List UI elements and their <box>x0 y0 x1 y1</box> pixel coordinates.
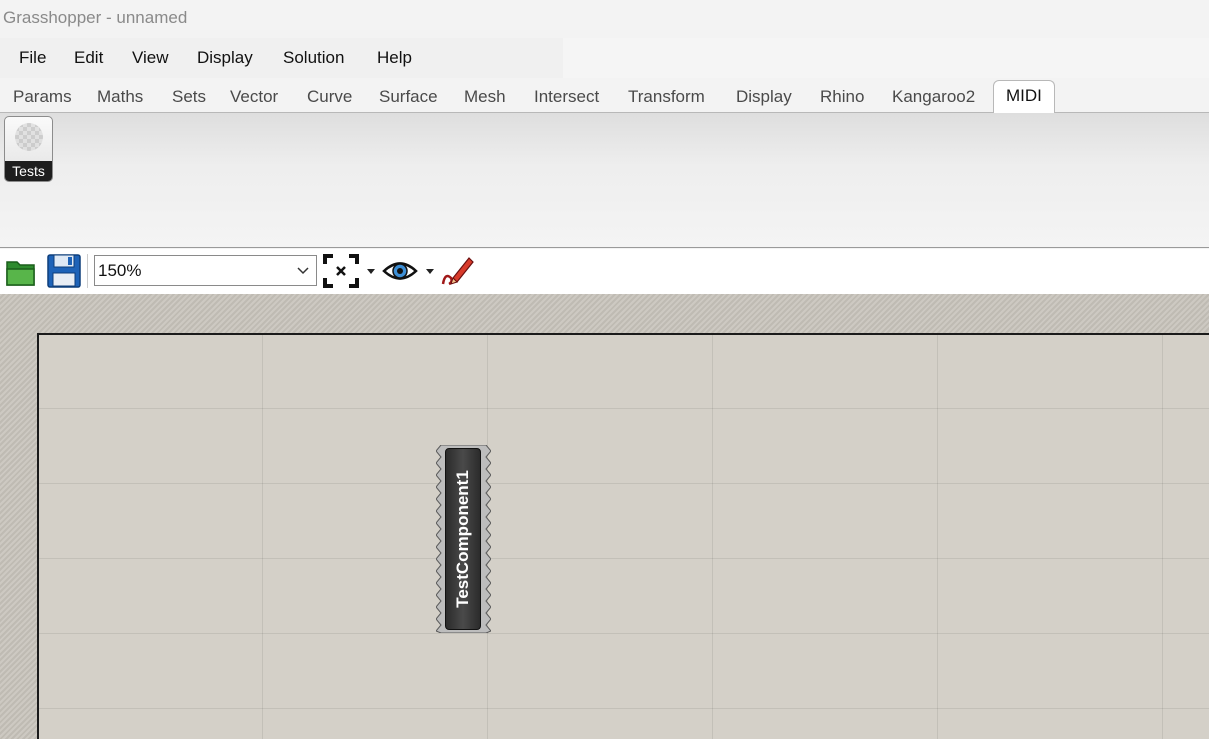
zoom-extents-icon[interactable] <box>323 254 359 288</box>
tab-kangaroo2[interactable]: Kangaroo2 <box>892 78 975 113</box>
canvas-toolbar: 150% <box>0 249 1209 294</box>
zoom-select[interactable]: 150% <box>94 255 317 286</box>
tab-mesh[interactable]: Mesh <box>464 78 506 113</box>
open-file-icon[interactable] <box>5 254 37 288</box>
menu-file[interactable]: File <box>19 38 46 78</box>
tab-sets[interactable]: Sets <box>172 78 206 113</box>
menu-view[interactable]: View <box>132 38 169 78</box>
menu-help[interactable]: Help <box>377 38 412 78</box>
zoom-extents-dropdown-icon[interactable] <box>367 269 375 274</box>
tab-transform[interactable]: Transform <box>628 78 705 113</box>
tab-display[interactable]: Display <box>736 78 792 113</box>
tests-group-label: Tests <box>5 161 52 181</box>
preview-dropdown-icon[interactable] <box>426 269 434 274</box>
tab-params[interactable]: Params <box>13 78 72 113</box>
canvas-left-border <box>0 294 37 739</box>
canvas-top-border <box>0 294 1209 333</box>
tab-midi[interactable]: MIDI <box>993 80 1055 113</box>
preview-eye-icon[interactable] <box>382 258 418 284</box>
chevron-down-icon <box>297 267 309 275</box>
menu-bar: File Edit View Display Solution Help <box>0 38 1209 78</box>
checker-icon <box>15 123 43 151</box>
toolbar-separator <box>87 254 88 288</box>
zoom-value: 150% <box>98 261 142 280</box>
tab-intersect[interactable]: Intersect <box>534 78 599 113</box>
tab-vector[interactable]: Vector <box>230 78 278 113</box>
tests-group-button[interactable]: Tests <box>4 116 53 182</box>
menu-display[interactable]: Display <box>197 38 253 78</box>
component-body[interactable]: TestComponent1 <box>445 448 481 630</box>
test-component[interactable]: TestComponent1 <box>436 445 491 633</box>
sketch-pen-icon[interactable] <box>439 254 475 288</box>
tab-rhino[interactable]: Rhino <box>820 78 864 113</box>
component-name: TestComponent1 <box>453 470 472 608</box>
menu-edit[interactable]: Edit <box>74 38 103 78</box>
canvas-grid[interactable] <box>37 333 1209 739</box>
window-title: Grasshopper - unnamed <box>0 0 1209 36</box>
canvas[interactable] <box>0 294 1209 739</box>
tab-surface[interactable]: Surface <box>379 78 438 113</box>
menu-solution[interactable]: Solution <box>283 38 344 78</box>
ribbon-panel: Tests <box>0 113 1209 248</box>
tab-curve[interactable]: Curve <box>307 78 352 113</box>
component-tab-bar: Params Maths Sets Vector Curve Surface M… <box>0 78 1209 113</box>
save-icon[interactable] <box>46 253 82 289</box>
tab-maths[interactable]: Maths <box>97 78 143 113</box>
